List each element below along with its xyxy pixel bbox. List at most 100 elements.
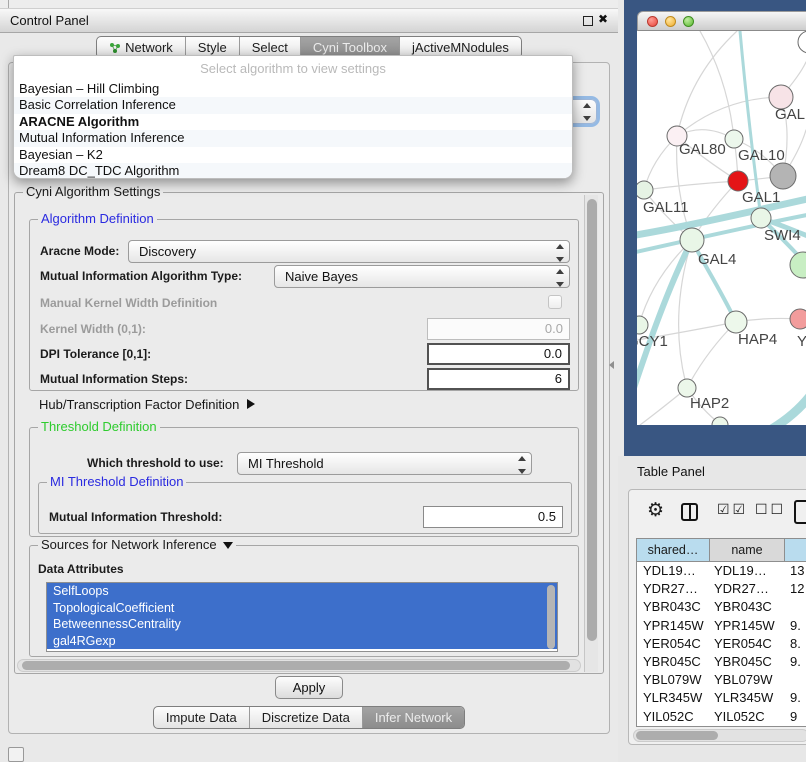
attribute-item[interactable]: SelfLoops	[47, 583, 557, 600]
network-node[interactable]	[725, 311, 747, 333]
table-cell[interactable]: YIL052C	[637, 708, 710, 726]
dropdown-item[interactable]: Bayesian – Hill Climbing	[14, 81, 572, 97]
network-node[interactable]	[725, 130, 743, 148]
table-row[interactable]: YBR043CYBR043C	[637, 598, 806, 616]
table-row[interactable]: YDR27…YDR27…12	[637, 580, 806, 598]
kernel-width-field[interactable]: 0.0	[427, 318, 570, 340]
table-cell[interactable]: YPR145W	[637, 617, 710, 635]
network-node[interactable]	[637, 316, 648, 334]
network-node[interactable]	[770, 163, 796, 189]
table-cell[interactable]: YLR345W	[637, 689, 710, 707]
table-row[interactable]: YBL079WYBL079W	[637, 671, 806, 689]
manual-kernel-width-checkbox[interactable]	[548, 295, 562, 309]
table-cell[interactable]: YBR043C	[637, 598, 710, 616]
dropdown-item[interactable]: Basic Correlation Inference	[14, 97, 572, 113]
network-edge[interactable]	[700, 31, 734, 139]
table-cell[interactable]: YBR045C	[710, 653, 785, 671]
network-node[interactable]	[790, 309, 806, 329]
gear-icon[interactable]: ⚙	[647, 499, 664, 521]
mi-steps-field[interactable]: 6	[427, 368, 570, 390]
table-cell[interactable]: YPR145W	[710, 617, 785, 635]
table-cell[interactable]: 12	[785, 580, 806, 598]
network-node[interactable]	[798, 31, 806, 53]
settings-vertical-scrollbar-thumb[interactable]	[587, 199, 597, 641]
attributes-scrollbar-thumb[interactable]	[547, 585, 555, 649]
table-cell[interactable]: 8.	[785, 635, 806, 653]
network-window-titlebar[interactable]	[637, 11, 806, 31]
split-pane-collapse-icon[interactable]	[609, 361, 614, 369]
table-horizontal-scrollbar-thumb[interactable]	[636, 731, 718, 740]
column-header-name[interactable]: name	[710, 539, 785, 561]
document-icon[interactable]	[794, 500, 806, 524]
network-node[interactable]	[751, 208, 771, 228]
table-cell[interactable]	[785, 598, 806, 616]
column-header-shared-name[interactable]: shared…	[637, 539, 710, 561]
attribute-item[interactable]: BetweennessCentrality	[47, 616, 557, 633]
settings-horizontal-scrollbar-thumb[interactable]	[22, 661, 570, 670]
settings-horizontal-scrollbar[interactable]	[17, 659, 581, 672]
apply-button[interactable]: Apply	[275, 676, 343, 699]
table-cell[interactable]: 9.	[785, 653, 806, 671]
dropdown-item[interactable]: Bayesian – K2	[14, 147, 572, 163]
columns-icon[interactable]	[681, 503, 698, 521]
settings-vertical-scrollbar[interactable]	[584, 195, 598, 672]
table-horizontal-scrollbar[interactable]	[633, 729, 806, 742]
tab-discretize-data[interactable]: Discretize Data	[249, 707, 362, 728]
table-cell[interactable]: 13	[785, 562, 806, 580]
close-icon[interactable]: ✖	[598, 12, 608, 26]
table-cell[interactable]: YLR345W	[710, 689, 785, 707]
table-cell[interactable]	[785, 671, 806, 689]
tab-impute-data[interactable]: Impute Data	[154, 707, 249, 728]
zoom-traffic-light-icon[interactable]	[683, 16, 694, 27]
table-row[interactable]: YBR045CYBR045C9.	[637, 653, 806, 671]
table-row[interactable]: YDL19…YDL19…13	[637, 562, 806, 580]
tab-infer-network[interactable]: Infer Network	[362, 707, 464, 728]
table-row[interactable]: YER054CYER054C8.	[637, 635, 806, 653]
hub-definition-expander[interactable]: Hub/Transcription Factor Definition	[39, 397, 255, 412]
network-edge[interactable]	[677, 31, 737, 136]
corner-widget-icon[interactable]	[8, 747, 24, 762]
network-node[interactable]	[728, 171, 748, 191]
table-cell[interactable]: YER054C	[637, 635, 710, 653]
column-header-partial[interactable]	[785, 539, 806, 561]
table-cell[interactable]: YBR043C	[710, 598, 785, 616]
sources-group-title[interactable]: Sources for Network Inference	[38, 538, 236, 552]
select-all-checks-icon[interactable]: ☑☑	[717, 502, 748, 518]
which-threshold-combobox[interactable]: MI Threshold	[237, 452, 532, 475]
table-cell[interactable]: 9	[785, 708, 806, 726]
network-canvas[interactable]: GALGAL80GAL10GAL1GAL11GAL4SWI4GCY1HAP4YH…	[637, 31, 806, 425]
table-cell[interactable]: YDL19…	[710, 562, 785, 580]
table-cell[interactable]: YDL19…	[637, 562, 710, 580]
attribute-item[interactable]: TopologicalCoefficient	[47, 600, 557, 617]
network-node[interactable]	[680, 228, 704, 252]
network-edge[interactable]	[770, 396, 806, 425]
table-cell[interactable]: YDR27…	[637, 580, 710, 598]
table-cell[interactable]: YDR27…	[710, 580, 785, 598]
deselect-all-checks-icon[interactable]: ☐☐	[755, 502, 786, 518]
table-row[interactable]: YLR345WYLR345W9.	[637, 689, 806, 707]
table-cell[interactable]: YBL079W	[637, 671, 710, 689]
dpi-tolerance-field[interactable]: 0.0	[427, 343, 570, 365]
network-edge[interactable]	[644, 181, 738, 190]
table-cell[interactable]: YER054C	[710, 635, 785, 653]
table-row[interactable]: YIL052CYIL052C9	[637, 708, 806, 726]
aracne-mode-combobox[interactable]: Discovery	[128, 240, 570, 263]
table-cell[interactable]: YBR045C	[637, 653, 710, 671]
dropdown-item[interactable]: Dream8 DC_TDC Algorithm	[14, 163, 572, 179]
table-cell[interactable]: 9.	[785, 617, 806, 635]
network-node[interactable]	[790, 252, 806, 278]
network-node[interactable]	[637, 181, 653, 199]
network-edge[interactable]	[687, 322, 736, 388]
table-row[interactable]: YPR145WYPR145W9.	[637, 617, 806, 635]
dropdown-item[interactable]: Mutual Information Inference	[14, 130, 572, 146]
table-cell[interactable]: YBL079W	[710, 671, 785, 689]
mi-threshold-field[interactable]: 0.5	[423, 506, 563, 528]
minimize-traffic-light-icon[interactable]	[665, 16, 676, 27]
table-cell[interactable]: 9.	[785, 689, 806, 707]
table-cell[interactable]: YIL052C	[710, 708, 785, 726]
network-node[interactable]	[712, 417, 728, 425]
dropdown-item-aracne[interactable]: ARACNE Algorithm	[14, 114, 572, 130]
close-traffic-light-icon[interactable]	[647, 16, 658, 27]
attribute-item[interactable]: gal4RGexp	[47, 633, 557, 650]
mi-algorithm-type-combobox[interactable]: Naive Bayes	[274, 265, 570, 288]
